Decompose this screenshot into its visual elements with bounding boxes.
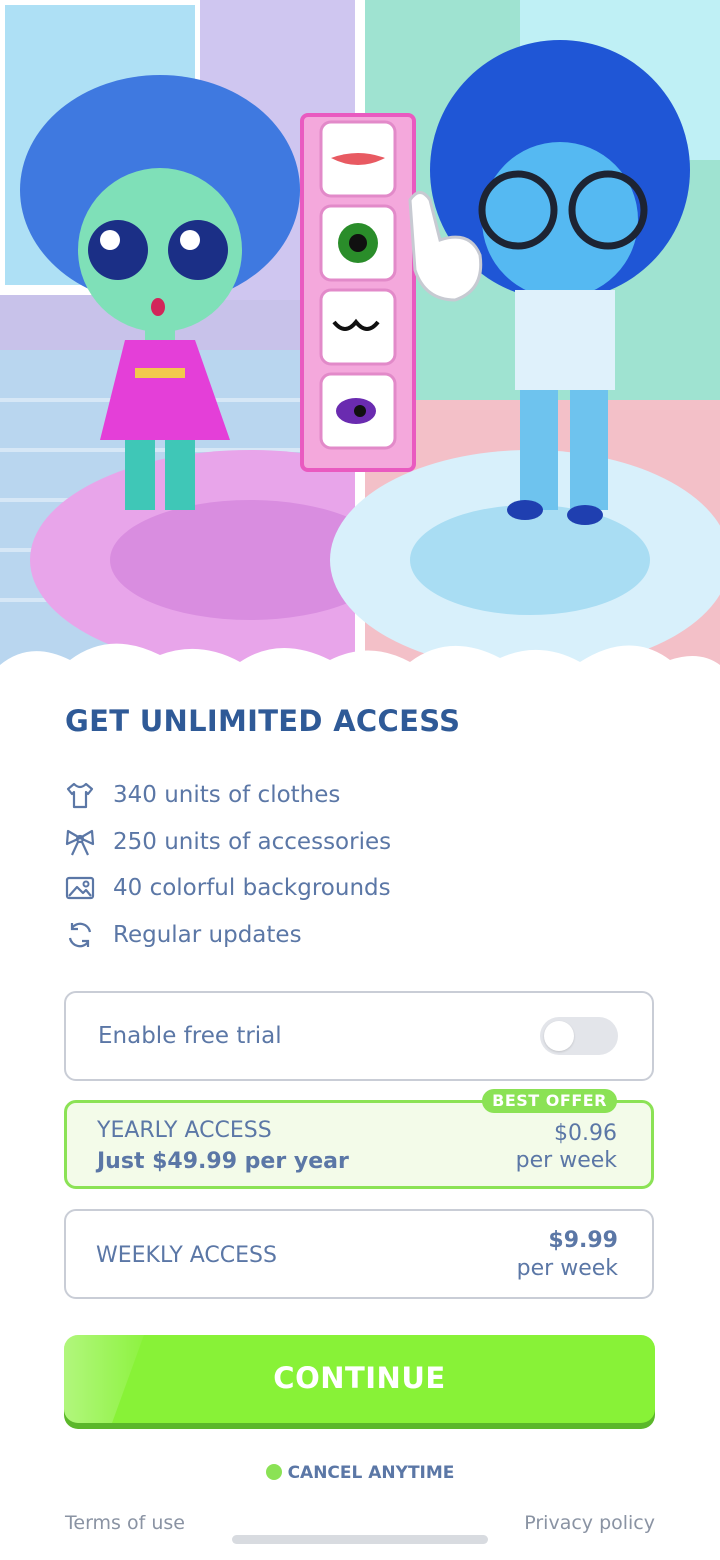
feature-label: 340 units of clothes (113, 782, 341, 809)
cancel-anytime-note: CANCEL ANYTIME (0, 1463, 720, 1483)
terms-of-use-link[interactable]: Terms of use (65, 1512, 185, 1534)
weekly-plan-price: $9.99 (548, 1228, 618, 1253)
weekly-plan-option[interactable]: WEEKLY ACCESS $9.99 per week (64, 1209, 654, 1299)
home-indicator[interactable] (232, 1535, 488, 1544)
feature-label: Regular updates (113, 921, 302, 948)
privacy-policy-link[interactable]: Privacy policy (524, 1512, 655, 1534)
hero-illustration (0, 0, 720, 690)
continue-label: CONTINUE (273, 1361, 446, 1395)
feature-label: 250 units of accessories (113, 828, 392, 855)
paywall-title: GET UNLIMITED ACCESS (65, 704, 461, 738)
yearly-plan-price: $0.96 (554, 1121, 617, 1146)
yearly-plan-subtitle: Just $49.99 per year (97, 1149, 349, 1174)
free-trial-row[interactable]: Enable free trial (64, 991, 654, 1081)
shirt-icon (62, 777, 98, 813)
feature-item-clothes: 340 units of clothes (62, 772, 391, 819)
best-offer-badge: BEST OFFER (482, 1089, 617, 1113)
toggle-knob (544, 1021, 574, 1051)
image-icon (62, 870, 98, 906)
feature-list: 340 units of clothes 250 units of access… (62, 772, 391, 958)
weekly-plan-period: per week (516, 1256, 618, 1281)
free-trial-label: Enable free trial (98, 1023, 282, 1049)
bow-icon (62, 824, 98, 860)
refresh-icon (62, 917, 98, 953)
cancel-anytime-label: CANCEL ANYTIME (287, 1463, 455, 1483)
feature-item-updates: Regular updates (62, 912, 391, 959)
weekly-plan-name: WEEKLY ACCESS (96, 1243, 277, 1268)
yearly-plan-option[interactable]: BEST OFFER YEARLY ACCESS Just $49.99 per… (64, 1089, 654, 1189)
yearly-plan-name: YEARLY ACCESS (97, 1118, 272, 1143)
clock-icon (265, 1464, 282, 1480)
feature-label: 40 colorful backgrounds (113, 875, 391, 902)
feature-item-backgrounds: 40 colorful backgrounds (62, 865, 391, 912)
continue-button[interactable]: CONTINUE (64, 1335, 655, 1423)
free-trial-toggle[interactable] (540, 1017, 618, 1055)
feature-item-accessories: 250 units of accessories (62, 819, 391, 866)
yearly-plan-period: per week (515, 1148, 617, 1173)
